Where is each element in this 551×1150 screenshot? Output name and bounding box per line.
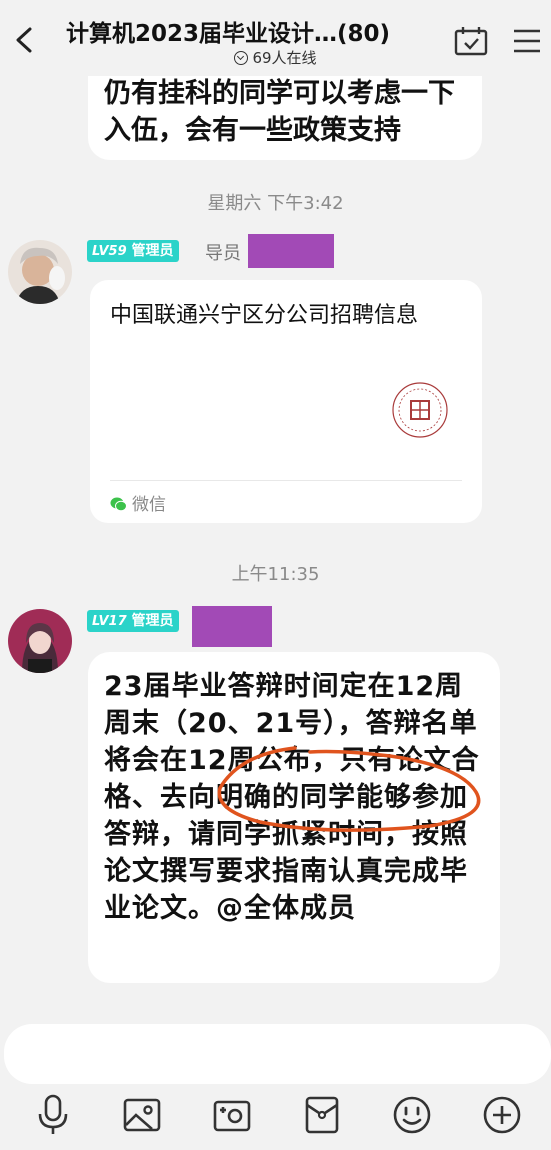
seal-logo-icon bbox=[392, 382, 448, 438]
message-timestamp: 上午11:35 bbox=[231, 564, 320, 585]
redacted-name bbox=[192, 606, 272, 647]
card-source-text: 微信 bbox=[132, 495, 166, 515]
avatar[interactable] bbox=[8, 240, 72, 304]
member-title: 导员 bbox=[205, 243, 241, 264]
level-number: LV17 bbox=[92, 614, 127, 629]
calendar-check-icon[interactable] bbox=[454, 26, 488, 56]
role-text: 管理员 bbox=[131, 243, 174, 259]
avatar[interactable] bbox=[8, 609, 72, 673]
avatar-image bbox=[8, 609, 72, 673]
card-title: 中国联通兴宁区分公司招聘信息 bbox=[110, 303, 419, 328]
card-source: 微信 bbox=[110, 490, 166, 515]
annotation-circle bbox=[217, 746, 481, 832]
image-icon[interactable] bbox=[122, 1093, 162, 1137]
online-count-text: 69人在线 bbox=[252, 49, 317, 67]
level-badge: LV17 管理员 bbox=[87, 610, 179, 632]
menu-icon[interactable] bbox=[512, 28, 542, 54]
wechat-icon bbox=[110, 497, 127, 512]
input-toolbar bbox=[0, 1093, 551, 1141]
role-text: 管理员 bbox=[131, 613, 174, 629]
red-packet-icon[interactable] bbox=[302, 1093, 342, 1137]
camera-icon[interactable] bbox=[212, 1093, 252, 1137]
plus-icon[interactable] bbox=[482, 1093, 522, 1137]
level-number: LV59 bbox=[92, 244, 127, 259]
level-badge: LV59 管理员 bbox=[87, 240, 179, 262]
avatar-image bbox=[8, 240, 72, 304]
redacted-name bbox=[248, 234, 334, 268]
message-input[interactable] bbox=[4, 1024, 551, 1084]
message-timestamp: 星期六 下午3:42 bbox=[207, 193, 344, 214]
card-divider bbox=[110, 480, 462, 481]
microphone-icon[interactable] bbox=[33, 1093, 73, 1137]
chevron-down-icon bbox=[234, 51, 249, 65]
chat-title[interactable]: 计算机2023届毕业设计…(80) bbox=[66, 14, 426, 48]
link-card[interactable]: 中国联通兴宁区分公司招聘信息 微信 bbox=[90, 280, 482, 523]
chat-header: 计算机2023届毕业设计…(80) 69人在线 bbox=[0, 0, 551, 76]
emoji-icon[interactable] bbox=[392, 1093, 432, 1137]
message-bubble[interactable]: 23届毕业答辩时间定在12周周末（20、21号），答辩名单将会在12周公布，只有… bbox=[88, 652, 500, 983]
message-text: 仍有挂科的同学可以考虑一下入伍，会有一些政策支持 bbox=[104, 78, 455, 146]
